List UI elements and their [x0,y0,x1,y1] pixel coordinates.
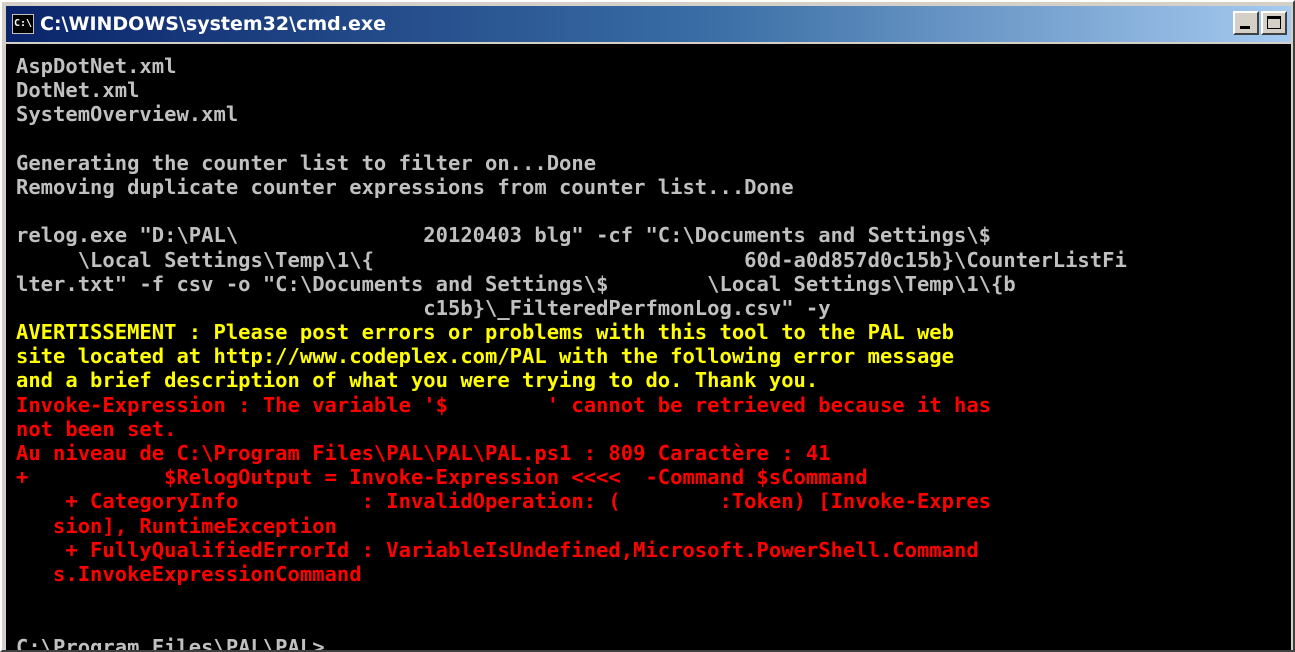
warning-line: and a brief description of what you were… [16,368,819,393]
error-line: s.InvokeExpressionCommand [16,561,362,586]
console-line: lter.txt" -f csv -o "C:\Documents and Se… [16,271,1016,296]
console-output[interactable]: AspDotNet.xml DotNet.xml SystemOverview.… [6,44,1291,650]
console-line: DotNet.xml [16,78,140,103]
console-line: \Local Settings\Temp\1\{ 60d-a0d857d0c15… [16,247,1127,272]
command-prompt[interactable]: C:\Program Files\PAL\PAL> [16,635,1291,651]
window-title: C:\WINDOWS\system32\cmd.exe [40,13,386,35]
window-controls [1233,11,1287,35]
cmd-window: C:\ C:\WINDOWS\system32\cmd.exe AspDotNe… [0,0,1295,652]
console-line: relog.exe "D:\PAL\ 20120403 blg" -cf "C:… [16,223,1016,248]
console-line: Removing duplicate counter expressions f… [16,174,794,199]
title-bar[interactable]: C:\ C:\WINDOWS\system32\cmd.exe [6,6,1291,42]
cmd-icon[interactable]: C:\ [12,14,34,34]
minimize-icon [1240,26,1250,29]
console-line: Generating the counter list to filter on… [16,150,597,175]
minimize-button[interactable] [1233,11,1259,35]
error-line: + $RelogOutput = Invoke-Expression <<<< … [16,465,868,490]
maximize-button[interactable] [1261,11,1287,35]
error-line: sion], RuntimeException [16,513,337,538]
error-line: + CategoryInfo : InvalidOperation: ( :To… [16,489,992,514]
maximize-icon [1267,16,1281,29]
console-line: c15b}\_FilteredPerfmonLog.csv" -y [16,295,831,320]
error-line: Invoke-Expression : The variable '$ ' ca… [16,392,992,417]
error-line: Au niveau de C:\Program Files\PAL\PAL\PA… [16,441,831,465]
warning-line: AVERTISSEMENT : Please post errors or pr… [16,320,954,345]
console-line: AspDotNet.xml [16,54,177,78]
console-line: SystemOverview.xml [16,102,239,127]
error-line: not been set. [16,416,177,441]
error-line: + FullyQualifiedErrorId : VariableIsUnde… [16,537,979,562]
warning-line: site located at http://www.codeplex.com/… [16,344,954,369]
